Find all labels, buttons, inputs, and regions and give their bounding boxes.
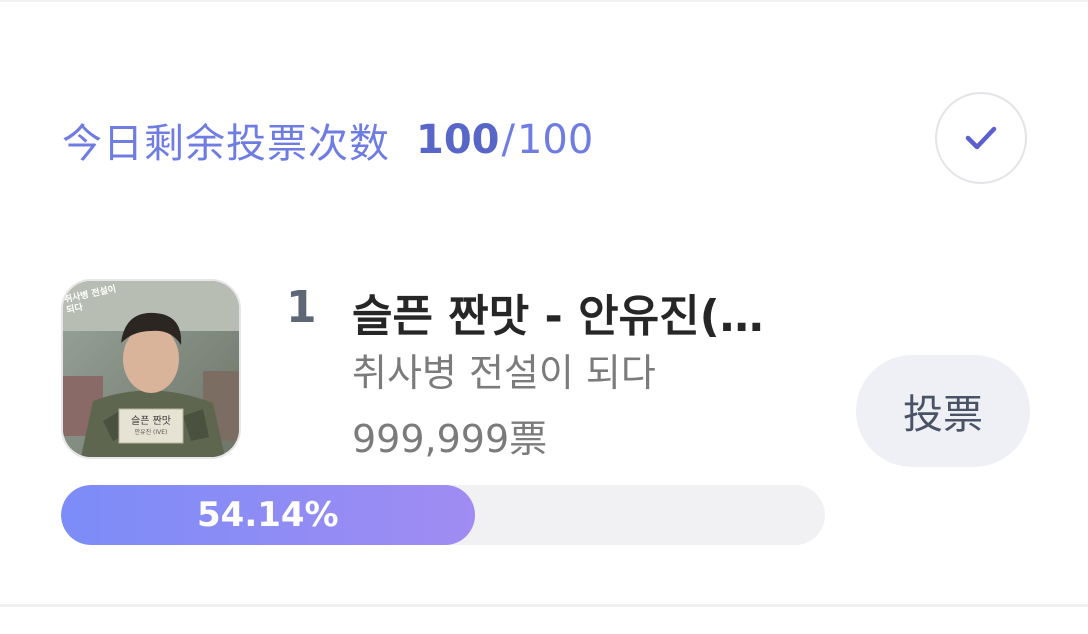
bottom-divider xyxy=(0,604,1088,607)
album-art[interactable]: 취사병 전설이 되다 슬픈 짠맛 안유진 (IVE) xyxy=(61,279,241,459)
remaining-votes-header: 今日剩余投票次数 100 / 100 xyxy=(62,112,593,168)
vote-count: 999,999票 xyxy=(352,417,548,461)
top-divider xyxy=(0,0,1088,2)
album-cover-song: 슬픈 짠맛 xyxy=(131,416,171,427)
total-votes-count: 100 xyxy=(516,117,594,163)
remaining-votes-count: 100 xyxy=(416,117,500,163)
votes-separator: / xyxy=(501,117,515,163)
check-icon xyxy=(965,126,997,150)
album-cover-artist: 안유진 (IVE) xyxy=(134,429,168,436)
vote-percentage-label: 54.14% xyxy=(197,495,339,535)
confirm-button[interactable] xyxy=(935,92,1027,184)
song-title: 슬픈 짠맛 - 안유진(… xyxy=(352,291,764,342)
vote-progress-bar: 54.14% xyxy=(61,485,825,545)
rank-number: 1 xyxy=(286,282,317,333)
song-subtitle: 취사병 전설이 되다 xyxy=(352,351,656,395)
vote-button[interactable]: 投票 xyxy=(856,355,1030,467)
remaining-votes-label: 今日剩余投票次数 xyxy=(62,121,390,167)
vote-page: 今日剩余投票次数 100 / 100 취사병 전설이 되다 슬픈 짠맛 안유진 … xyxy=(0,0,1088,634)
